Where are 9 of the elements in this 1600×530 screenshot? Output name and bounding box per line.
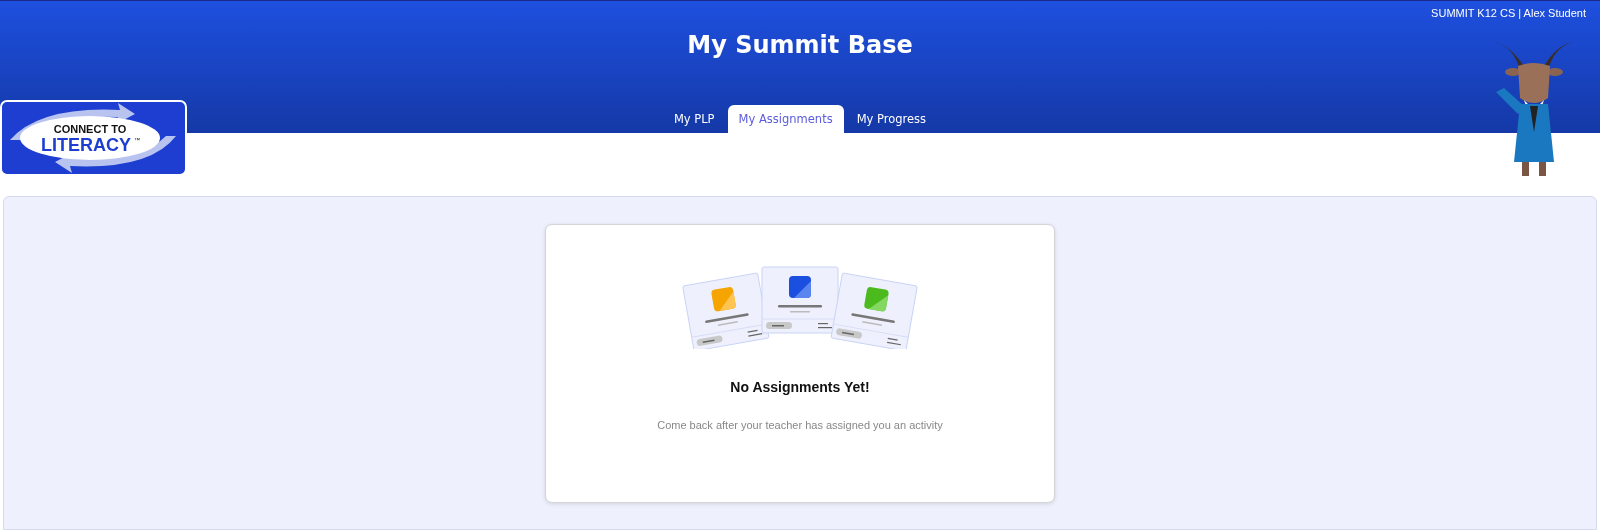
account-label: SUMMIT K12 CS | Alex Student	[1431, 6, 1587, 19]
empty-state-message: Come back after your teacher has assigned you an activity	[657, 419, 943, 431]
logo-text: LITERACY	[41, 135, 131, 155]
logo-text: CONNECT TO	[53, 123, 127, 135]
nav-tab[interactable]: My Progress	[845, 105, 938, 133]
nav-tab[interactable]: My Assignments	[727, 105, 844, 133]
nav-tab[interactable]: My PLP	[662, 105, 726, 133]
page-title: My Summit Base	[687, 31, 913, 59]
empty-state-title: No Assignments Yet!	[730, 379, 870, 395]
